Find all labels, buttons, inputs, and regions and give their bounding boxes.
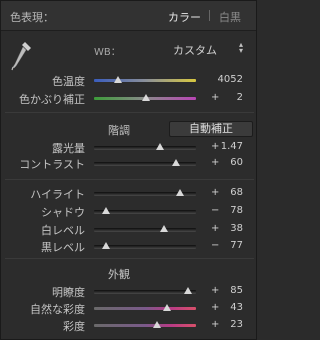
slider-value-sign: + — [211, 157, 220, 168]
treatment-color-option[interactable]: カラー — [168, 9, 201, 25]
slider-label: ハイライト — [30, 188, 85, 201]
treatment-label: 色表現： — [10, 11, 54, 24]
wb-label: WB： — [94, 47, 121, 58]
slider-track[interactable] — [94, 290, 196, 294]
slider-label: 色温度 — [52, 75, 85, 88]
slider-track[interactable] — [94, 79, 196, 82]
slider-thumb[interactable] — [160, 225, 169, 232]
presence-section-title: 外観 — [108, 268, 130, 281]
slider-track[interactable] — [94, 162, 196, 166]
slider-label: シャドウ — [41, 206, 85, 219]
slider-label: 白レベル — [41, 224, 85, 237]
slider-value-number: 1.47 — [220, 141, 243, 152]
slider-track[interactable] — [94, 146, 196, 150]
slider-label: 明瞭度 — [52, 286, 85, 299]
section-divider — [5, 112, 254, 113]
slider-thumb[interactable] — [102, 207, 111, 214]
slider-value-number: 2 — [236, 92, 243, 103]
wb-select[interactable]: カスタム — [173, 42, 217, 58]
slider-value-sign: + — [211, 141, 220, 152]
tone-section-title: 階調 — [108, 124, 130, 137]
slider-thumb[interactable] — [153, 321, 162, 328]
treatment-separator — [209, 10, 210, 21]
treatment-header: 色表現： カラー 白黒 — [1, 1, 256, 31]
slider-value-sign: + — [211, 187, 220, 198]
slider-value-sign: + — [211, 223, 220, 234]
slider-track[interactable] — [94, 307, 196, 310]
slider-value-number: 60 — [230, 157, 243, 168]
section-divider — [5, 258, 254, 259]
slider-thumb[interactable] — [114, 76, 123, 83]
slider-thumb[interactable] — [102, 242, 111, 249]
auto-tone-button[interactable]: 自動補正 — [169, 121, 253, 137]
slider-thumb[interactable] — [156, 143, 165, 150]
wb-select-caret-icon[interactable]: ▴ ▾ — [239, 41, 243, 55]
slider-value-number: 78 — [230, 205, 243, 216]
eyedropper-icon[interactable] — [11, 40, 33, 72]
slider-label: 露光量 — [52, 142, 85, 155]
slider-label: 自然な彩度 — [30, 303, 85, 316]
slider-thumb[interactable] — [175, 189, 184, 196]
slider-value-number: 38 — [230, 223, 243, 234]
slider-value-sign: + — [211, 319, 220, 330]
slider-track[interactable] — [94, 324, 196, 327]
slider-value-number: 85 — [230, 285, 243, 296]
slider-value-sign: + — [211, 302, 220, 313]
slider-thumb[interactable] — [163, 304, 172, 311]
slider-value-sign: − — [211, 240, 220, 251]
slider-value-number: 68 — [230, 187, 243, 198]
slider-thumb[interactable] — [171, 159, 180, 166]
slider-value-number: 43 — [230, 302, 243, 313]
slider-label: 彩度 — [63, 320, 85, 333]
basic-panel: 色表現： カラー 白黒 WB： カスタム ▴ ▾ 階調 自動補正 外観 色温度 40… — [0, 0, 257, 340]
slider-value-number: 4052 — [217, 74, 243, 85]
slider-value-sign: − — [211, 205, 220, 216]
slider-thumb[interactable] — [142, 94, 151, 101]
slider-label: コントラスト — [19, 158, 85, 171]
slider-label: 黒レベル — [41, 241, 85, 254]
treatment-bw-option[interactable]: 白黒 — [219, 9, 241, 25]
slider-value-sign: + — [211, 285, 220, 296]
slider-value-number: 77 — [230, 240, 243, 251]
slider-label: 色かぶり補正 — [19, 93, 85, 106]
section-divider — [5, 179, 254, 180]
slider-track[interactable] — [94, 228, 196, 232]
slider-value-number: 23 — [230, 319, 243, 330]
slider-value-sign: + — [211, 92, 220, 103]
slider-thumb[interactable] — [183, 287, 192, 294]
